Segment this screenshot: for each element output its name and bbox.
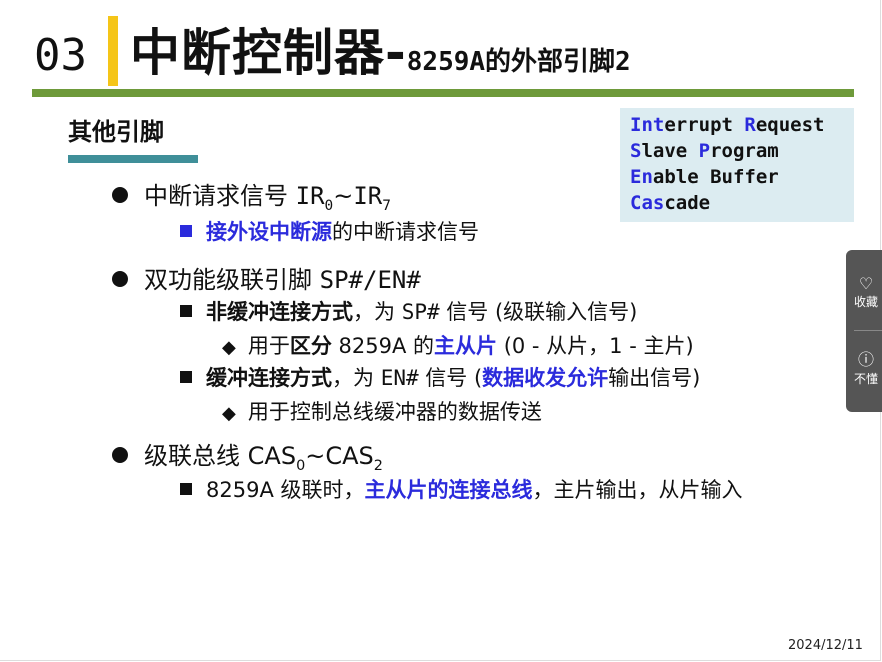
- title-rule: [32, 89, 854, 97]
- bullet-ir: 中断请求信号 IR0~IR7: [112, 176, 391, 214]
- section-subtitle: 其他引脚: [68, 118, 164, 146]
- bullet-nonbuffer-detail: ◆ 用于区分 8259A 的主从片 (0 - 从片，1 - 主片): [222, 334, 694, 358]
- bullet-spen: 双功能级联引脚 SP#/EN#: [112, 260, 421, 295]
- subtitle-underline: [68, 155, 198, 163]
- square-bullet: [180, 225, 192, 237]
- abbr-line-1: Interrupt Request: [630, 114, 825, 136]
- question-icon: ⓘ: [857, 350, 874, 369]
- sidebar-divider: [854, 330, 882, 331]
- accent-bar: [108, 16, 118, 86]
- diamond-bullet-icon: ◆: [222, 337, 236, 358]
- slide-title: 中断控制器-8259A的外部引脚2: [130, 20, 631, 86]
- abbr-line-3: Enable Buffer: [630, 166, 779, 188]
- help-button[interactable]: ⓘ 不懂: [846, 346, 882, 387]
- floating-sidebar: ♡ 收藏 ⓘ 不懂: [846, 250, 882, 412]
- title-main: 中断控制器: [130, 24, 385, 82]
- title-dash: -: [385, 24, 407, 82]
- diamond-bullet-icon: ◆: [222, 403, 236, 424]
- favorite-button[interactable]: ♡ 收藏: [846, 274, 882, 310]
- bullet-dot: [112, 271, 128, 287]
- bullet-cas-detail: 8259A 级联时，主从片的连接总线，主片输出，从片输入: [180, 474, 742, 504]
- bullet-ir-detail: 接外设中断源的中断请求信号: [180, 216, 479, 246]
- title-sub: 8259A的外部引脚2: [406, 47, 631, 77]
- bullet-buffer-detail: ◆ 用于控制总线缓冲器的数据传送: [222, 400, 542, 424]
- abbreviation-box: Interrupt Request Slave Program Enable B…: [620, 108, 854, 222]
- square-bullet: [180, 371, 192, 383]
- bullet-nonbuffer: 非缓冲连接方式，为 SP# 信号 (级联输入信号): [180, 296, 637, 326]
- square-bullet: [180, 305, 192, 317]
- bullet-cas: 级联总线 CAS0~CAS2: [112, 436, 383, 474]
- square-bullet: [180, 483, 192, 495]
- bullet-buffer: 缓冲连接方式，为 EN# 信号 (数据收发允许输出信号): [180, 362, 700, 392]
- section-number: 03: [34, 30, 87, 81]
- abbr-line-4: Cascade: [630, 192, 711, 214]
- slide-date: 2024/12/11: [788, 638, 863, 653]
- bullet-dot: [112, 447, 128, 463]
- abbr-line-2: Slave Program: [630, 140, 779, 162]
- bullet-dot: [112, 187, 128, 203]
- heart-icon: ♡: [858, 274, 874, 293]
